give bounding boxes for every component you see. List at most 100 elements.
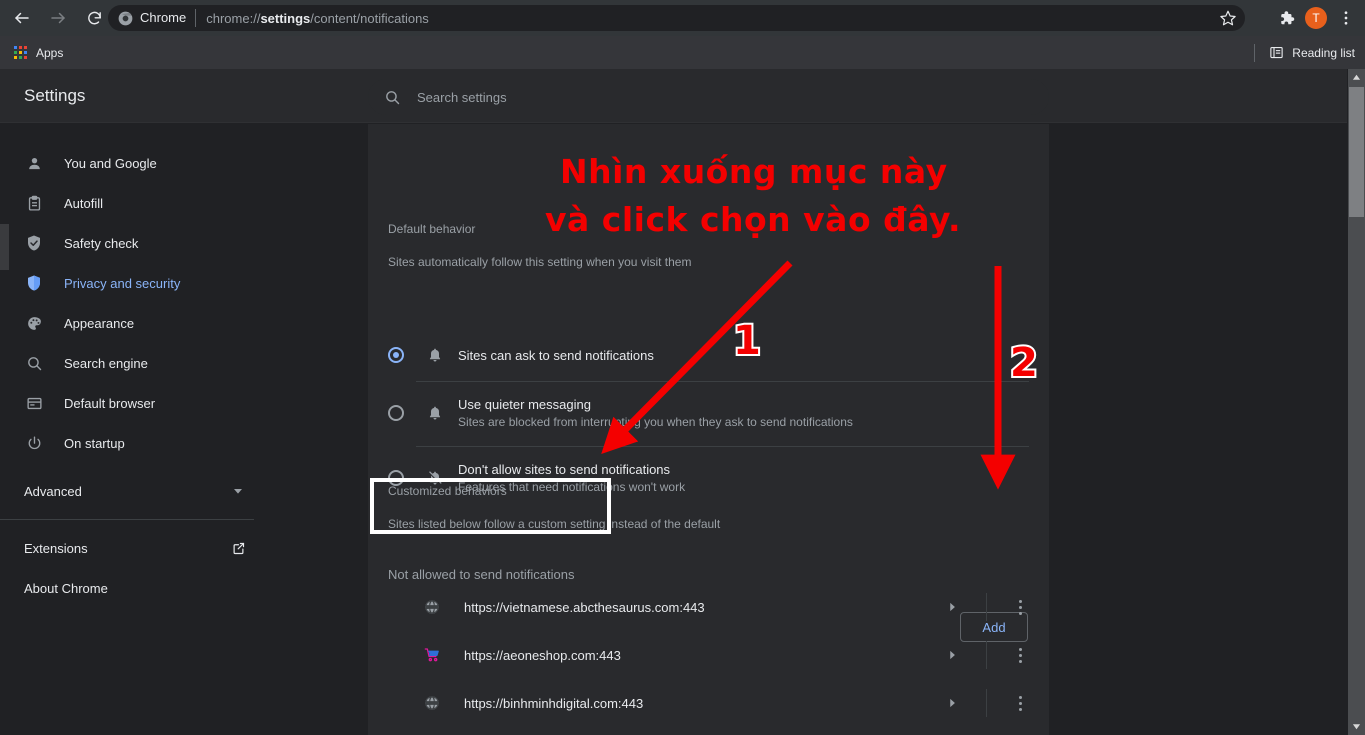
table-row[interactable]: https://aeoneshop.com:443 bbox=[368, 631, 1049, 679]
chevron-down-icon bbox=[230, 483, 246, 499]
customized-behaviors-heading: Customized behaviors bbox=[388, 484, 507, 498]
option-title: Sites can ask to send notifications bbox=[458, 347, 654, 363]
sidebar-about-label: About Chrome bbox=[24, 580, 108, 596]
forward-button[interactable] bbox=[44, 4, 72, 32]
apps-shortcut[interactable]: Apps bbox=[14, 46, 63, 60]
not-allowed-group-label: Not allowed to send notifications bbox=[388, 567, 575, 582]
sidebar-item-advanced[interactable]: Advanced bbox=[0, 471, 254, 511]
radio-button[interactable] bbox=[388, 347, 404, 363]
customized-behaviors-description: Sites listed below follow a custom setti… bbox=[388, 517, 721, 531]
sidebar-item-label: Safety check bbox=[64, 235, 139, 251]
external-link-icon bbox=[231, 541, 246, 556]
back-button[interactable] bbox=[8, 4, 36, 32]
search-settings-box[interactable]: Search settings bbox=[368, 79, 1049, 115]
bookmark-star-icon[interactable] bbox=[1219, 9, 1237, 27]
sidebar-item-appearance[interactable]: Appearance bbox=[0, 303, 368, 343]
sidebar-item-safety-check[interactable]: Safety check bbox=[0, 223, 368, 263]
apps-label: Apps bbox=[36, 45, 64, 60]
page-title: Settings bbox=[24, 86, 86, 105]
sidebar-extensions-label: Extensions bbox=[24, 540, 88, 556]
toolbar-right-group: T bbox=[1273, 0, 1359, 36]
palette-icon bbox=[24, 313, 44, 333]
table-row[interactable]: TốT https://www.chotot.com:443 bbox=[368, 727, 1049, 735]
sidebar-item-search-engine[interactable]: Search engine bbox=[0, 343, 368, 383]
profile-avatar[interactable]: T bbox=[1303, 5, 1329, 31]
apps-grid-icon bbox=[14, 46, 27, 59]
browser-toolbar: Chrome chrome://settings/content/notific… bbox=[0, 0, 1365, 36]
sidebar-item-autofill[interactable]: Autofill bbox=[0, 183, 368, 223]
sidebar-item-label: Appearance bbox=[64, 315, 135, 331]
settings-sidebar: You and Google Autofill Safety check Pri… bbox=[0, 123, 368, 735]
option-title: Don't allow sites to send notifications bbox=[458, 462, 671, 477]
chevron-right-icon[interactable] bbox=[942, 600, 962, 614]
settings-page: Settings Search settings You and Google … bbox=[0, 69, 1365, 735]
sidebar-item-label: You and Google bbox=[64, 155, 157, 171]
scroll-up-arrow-icon[interactable] bbox=[1348, 69, 1365, 86]
option-subtitle: Sites are blocked from interrupting you … bbox=[458, 415, 853, 429]
bell-icon bbox=[426, 404, 444, 422]
bookmarks-bar: Apps Reading list bbox=[0, 36, 1365, 69]
sidebar-item-default-browser[interactable]: Default browser bbox=[0, 383, 368, 423]
browser-window-icon bbox=[24, 393, 44, 413]
chrome-logo-icon bbox=[118, 11, 133, 25]
clipboard-icon bbox=[24, 193, 44, 213]
vertical-scrollbar[interactable] bbox=[1348, 69, 1365, 735]
site-url: https://binhminhdigital.com:443 bbox=[464, 695, 644, 711]
reload-button[interactable] bbox=[80, 4, 108, 32]
power-icon bbox=[24, 433, 44, 453]
default-behavior-description: Sites automatically follow this setting … bbox=[388, 255, 692, 269]
sidebar-item-privacy-and-security[interactable]: Privacy and security bbox=[0, 263, 368, 303]
sidebar-divider bbox=[0, 519, 254, 520]
table-row[interactable]: https://binhminhdigital.com:443 bbox=[368, 679, 1049, 727]
address-bar[interactable]: Chrome chrome://settings/content/notific… bbox=[108, 5, 1245, 31]
scroll-down-arrow-icon[interactable] bbox=[1348, 718, 1365, 735]
omnibox-chrome-chip: Chrome bbox=[118, 9, 197, 27]
option-title: Use quieter messaging bbox=[458, 397, 591, 412]
site-url: https://aeoneshop.com:443 bbox=[464, 647, 621, 663]
shield-icon bbox=[24, 273, 44, 293]
default-behavior-heading: Default behavior bbox=[388, 222, 476, 236]
radio-option-dont-allow[interactable]: Don't allow sites to send notifications … bbox=[368, 447, 1049, 509]
puzzle-piece-icon[interactable] bbox=[1273, 5, 1299, 31]
reading-list-button[interactable]: Reading list bbox=[1254, 43, 1355, 62]
search-icon bbox=[24, 353, 44, 373]
shield-check-icon bbox=[24, 233, 44, 253]
scrollbar-thumb[interactable] bbox=[1349, 87, 1364, 217]
globe-icon bbox=[424, 599, 440, 615]
row-divider bbox=[986, 593, 987, 621]
three-dot-menu-icon[interactable] bbox=[1007, 647, 1033, 663]
search-input-placeholder: Search settings bbox=[417, 89, 507, 105]
sidebar-item-on-startup[interactable]: On startup bbox=[0, 423, 368, 463]
person-icon bbox=[24, 153, 44, 173]
settings-header: Settings Search settings bbox=[0, 69, 1347, 123]
sidebar-item-label: Autofill bbox=[64, 195, 104, 211]
shopping-cart-icon bbox=[424, 647, 440, 663]
sidebar-item-label: Default browser bbox=[64, 395, 156, 411]
radio-button[interactable] bbox=[388, 405, 404, 421]
reading-list-icon bbox=[1270, 46, 1283, 59]
sidebar-item-label: Privacy and security bbox=[64, 275, 181, 291]
chevron-right-icon[interactable] bbox=[942, 696, 962, 710]
avatar: T bbox=[1305, 7, 1327, 29]
chevron-right-icon[interactable] bbox=[942, 648, 962, 662]
notifications-settings-card: Default behavior Sites automatically fol… bbox=[368, 124, 1049, 735]
three-dot-menu-icon[interactable] bbox=[1007, 599, 1033, 615]
three-dot-menu-icon[interactable] bbox=[1007, 695, 1033, 711]
three-dot-menu-icon[interactable] bbox=[1333, 5, 1359, 31]
reading-list-label: Reading list bbox=[1292, 45, 1355, 60]
sidebar-item-you-and-google[interactable]: You and Google bbox=[0, 143, 368, 183]
omnibox-chip-label: Chrome bbox=[140, 10, 187, 25]
sidebar-item-about-chrome[interactable]: About Chrome bbox=[0, 568, 254, 608]
site-url: https://vietnamese.abcthesaurus.com:443 bbox=[464, 599, 705, 615]
sidebar-advanced-label: Advanced bbox=[24, 483, 82, 499]
radio-option-sites-can-ask[interactable]: Sites can ask to send notifications bbox=[368, 331, 1049, 379]
table-row[interactable]: https://vietnamese.abcthesaurus.com:443 bbox=[368, 583, 1049, 631]
omnibox-url: chrome://settings/content/notifications bbox=[206, 10, 429, 26]
row-divider bbox=[986, 641, 987, 669]
sidebar-item-extensions[interactable]: Extensions bbox=[0, 528, 254, 568]
sidebar-item-label: On startup bbox=[64, 435, 125, 451]
bell-icon bbox=[426, 346, 444, 364]
search-icon bbox=[386, 90, 400, 104]
radio-option-quieter-messaging[interactable]: Use quieter messaging Sites are blocked … bbox=[368, 382, 1049, 444]
row-divider bbox=[986, 689, 987, 717]
